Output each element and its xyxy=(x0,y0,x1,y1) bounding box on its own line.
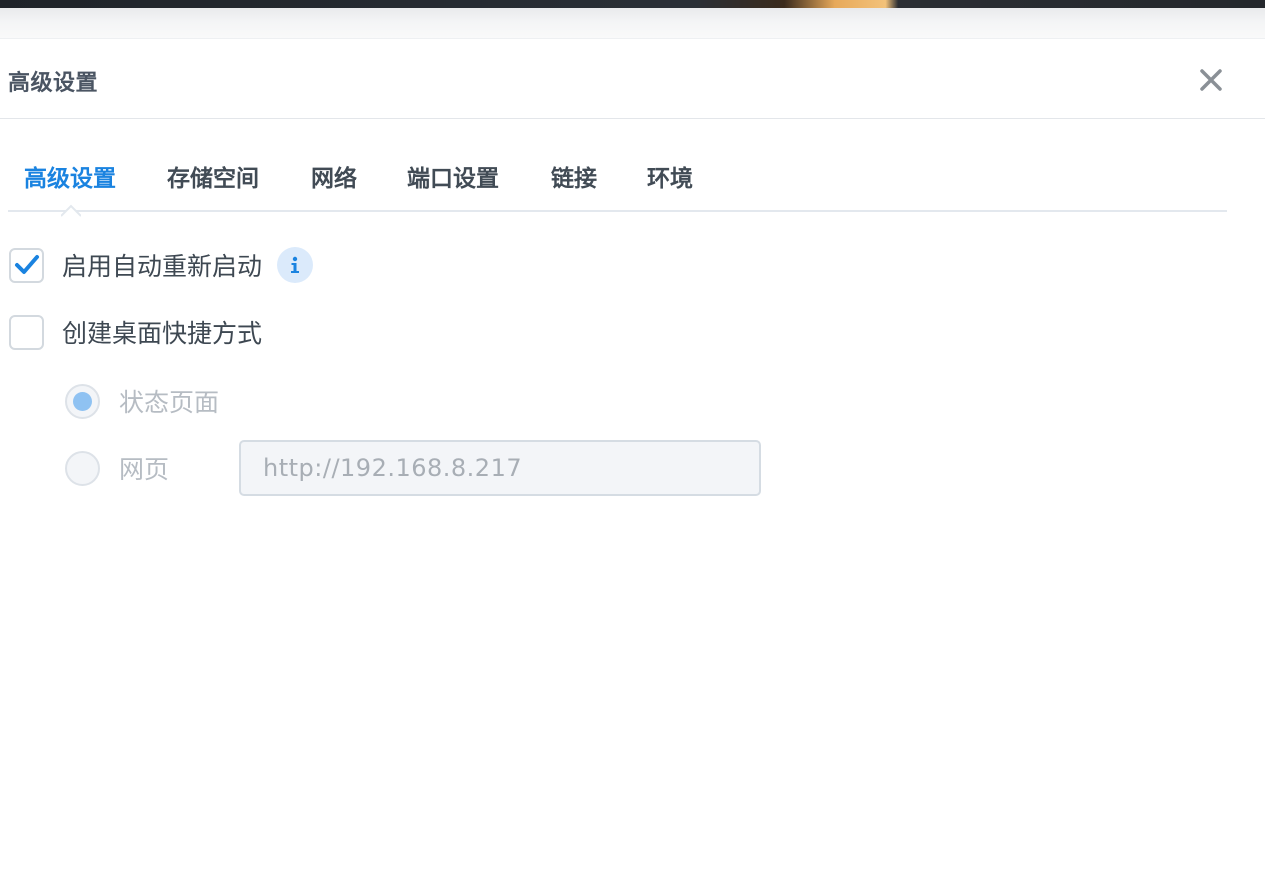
checkmark-icon xyxy=(14,255,39,274)
web-page-label: 网页 xyxy=(119,455,170,484)
advanced-settings-dialog: 高级设置 高级设置 存储空间 网络 端口设置 链接 环境 启用自动重新启动 创建… xyxy=(0,38,1265,893)
web-page-row: 网页 xyxy=(65,450,169,486)
desktop-shortcut-row: 创建桌面快捷方式 xyxy=(9,314,262,350)
dialog-title: 高级设置 xyxy=(8,71,99,96)
dialog-title-bar: 高级设置 xyxy=(0,39,1265,119)
tab-advanced-settings[interactable]: 高级设置 xyxy=(24,159,116,193)
status-page-label: 状态页面 xyxy=(119,388,220,417)
close-icon xyxy=(1200,69,1222,91)
tab-storage[interactable]: 存储空间 xyxy=(167,159,259,193)
radio-selected-dot xyxy=(73,391,92,411)
auto-restart-row: 启用自动重新启动 xyxy=(9,247,314,283)
close-button[interactable] xyxy=(1196,65,1226,95)
tab-environment[interactable]: 环境 xyxy=(647,159,693,193)
desktop-shortcut-label: 创建桌面快捷方式 xyxy=(62,319,263,348)
tab-bar: 高级设置 存储空间 网络 端口设置 链接 环境 xyxy=(8,155,1227,217)
status-page-radio[interactable] xyxy=(65,383,100,419)
tab-caret-icon xyxy=(61,204,81,217)
window-shadow xyxy=(0,8,1265,40)
desktop-background-strip xyxy=(0,0,1265,8)
url-input[interactable]: http://192.168.8.217 xyxy=(239,440,761,496)
tab-links[interactable]: 链接 xyxy=(551,159,597,193)
auto-restart-checkbox[interactable] xyxy=(9,247,44,283)
status-page-row: 状态页面 xyxy=(65,383,219,419)
tab-network[interactable]: 网络 xyxy=(311,159,357,193)
info-icon[interactable] xyxy=(277,247,314,283)
auto-restart-label: 启用自动重新启动 xyxy=(62,252,263,281)
tab-port-settings[interactable]: 端口设置 xyxy=(407,159,499,193)
web-page-radio[interactable] xyxy=(65,450,100,486)
desktop-shortcut-checkbox[interactable] xyxy=(9,314,44,350)
